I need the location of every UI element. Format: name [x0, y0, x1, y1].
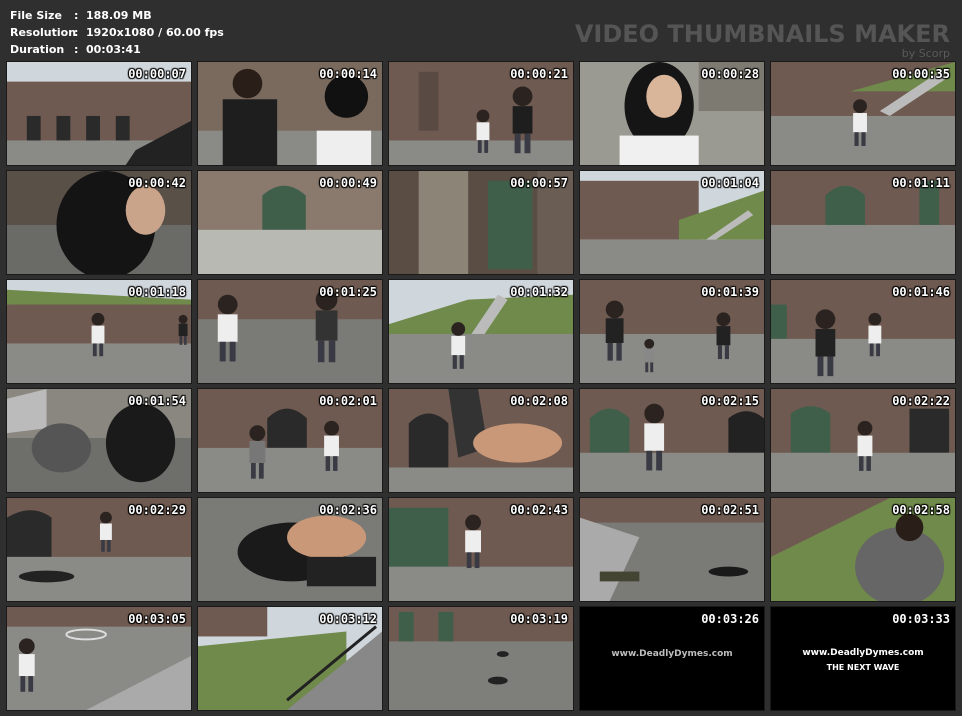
video-thumbnail: 00:02:36 [197, 497, 383, 602]
timestamp-label: 00:03:12 [319, 612, 377, 626]
timestamp-label: 00:02:15 [701, 394, 759, 408]
separator: : [74, 43, 79, 56]
video-thumbnail: 00:03:19 [388, 606, 574, 711]
timestamp-label: 00:01:11 [892, 176, 950, 190]
timestamp-label: 00:02:22 [892, 394, 950, 408]
video-thumbnail: 00:00:14 [197, 61, 383, 166]
video-thumbnail: 00:01:39 [579, 279, 765, 384]
timestamp-label: 00:02:36 [319, 503, 377, 517]
timestamp-label: 00:00:49 [319, 176, 377, 190]
separator: : [74, 26, 79, 39]
video-thumbnail: 00:03:26 www.DeadlyDymes.com [579, 606, 765, 711]
video-thumbnail: 00:02:43 [388, 497, 574, 602]
file-size-row: File Size : 188.09 MB [10, 7, 224, 24]
video-thumbnail: 00:00:49 [197, 170, 383, 275]
video-thumbnail: 00:00:42 [6, 170, 192, 275]
duration-value: 00:03:41 [86, 43, 141, 56]
duration-row: Duration : 00:03:41 [10, 41, 224, 58]
resolution-row: Resolution : 1920x1080 / 60.00 fps [10, 24, 224, 41]
timestamp-label: 00:01:18 [128, 285, 186, 299]
file-size-value: 188.09 MB [86, 9, 152, 22]
watermark-logo: VIDEO THUMBNAILS MAKER by Scorp [575, 20, 950, 60]
video-thumbnail: 00:02:29 [6, 497, 192, 602]
timestamp-label: 00:03:05 [128, 612, 186, 626]
timestamp-label: 00:03:19 [510, 612, 568, 626]
website-caption: www.DeadlyDymes.com [611, 649, 733, 659]
file-size-label: File Size [10, 9, 62, 22]
timestamp-label: 00:00:07 [128, 67, 186, 81]
video-thumbnail: 00:02:58 [770, 497, 956, 602]
file-info: File Size : 188.09 MB Resolution : 1920x… [10, 7, 224, 58]
video-thumbnail: 00:01:46 [770, 279, 956, 384]
video-thumbnail: 00:00:28 [579, 61, 765, 166]
timestamp-label: 00:01:25 [319, 285, 377, 299]
video-thumbnail: 00:01:18 [6, 279, 192, 384]
timestamp-label: 00:01:04 [701, 176, 759, 190]
timestamp-label: 00:01:46 [892, 285, 950, 299]
separator: : [74, 9, 79, 22]
timestamp-label: 00:03:26 [701, 612, 759, 626]
video-thumbnail: 00:00:21 [388, 61, 574, 166]
video-thumbnail: 00:02:22 [770, 388, 956, 493]
website-caption: www.DeadlyDymes.com [802, 648, 924, 658]
video-thumbnail: 00:03:05 [6, 606, 192, 711]
watermark-byline: by Scorp [901, 47, 950, 60]
timestamp-label: 00:01:32 [510, 285, 568, 299]
timestamp-label: 00:02:51 [701, 503, 759, 517]
thumbnail-grid: 00:00:07 00:00:14 00:00:21 00:00:28 00:0… [6, 61, 956, 711]
timestamp-label: 00:02:43 [510, 503, 568, 517]
watermark-title: VIDEO THUMBNAILS MAKER [574, 20, 950, 48]
video-thumbnail: 00:01:54 [6, 388, 192, 493]
timestamp-label: 00:00:14 [319, 67, 377, 81]
timestamp-label: 00:02:29 [128, 503, 186, 517]
timestamp-label: 00:00:57 [510, 176, 568, 190]
timestamp-label: 00:02:01 [319, 394, 377, 408]
video-thumbnail: 00:01:32 [388, 279, 574, 384]
timestamp-label: 00:03:33 [892, 612, 950, 626]
timestamp-label: 00:00:42 [128, 176, 186, 190]
video-thumbnail: 00:03:12 [197, 606, 383, 711]
timestamp-label: 00:01:54 [128, 394, 186, 408]
duration-label: Duration [10, 43, 65, 56]
resolution-value: 1920x1080 / 60.00 fps [86, 26, 224, 39]
timestamp-label: 00:00:28 [701, 67, 759, 81]
video-thumbnail: 00:02:15 [579, 388, 765, 493]
video-thumbnail: 00:02:51 [579, 497, 765, 602]
video-thumbnail: 00:01:25 [197, 279, 383, 384]
video-thumbnail: 00:02:01 [197, 388, 383, 493]
tagline-caption: THE NEXT WAVE [826, 663, 900, 672]
video-thumbnail: 00:00:57 [388, 170, 574, 275]
timestamp-label: 00:02:58 [892, 503, 950, 517]
video-thumbnail: 00:02:08 [388, 388, 574, 493]
resolution-label: Resolution [10, 26, 77, 39]
video-thumbnail: 00:01:04 [579, 170, 765, 275]
timestamp-label: 00:01:39 [701, 285, 759, 299]
timestamp-label: 00:02:08 [510, 394, 568, 408]
video-thumbnail: 00:00:35 [770, 61, 956, 166]
video-thumbnail: 00:01:11 [770, 170, 956, 275]
video-thumbnail: 00:03:33 www.DeadlyDymes.com THE NEXT WAVE [770, 606, 956, 711]
timestamp-label: 00:00:35 [892, 67, 950, 81]
timestamp-label: 00:00:21 [510, 67, 568, 81]
video-thumbnail: 00:00:07 [6, 61, 192, 166]
